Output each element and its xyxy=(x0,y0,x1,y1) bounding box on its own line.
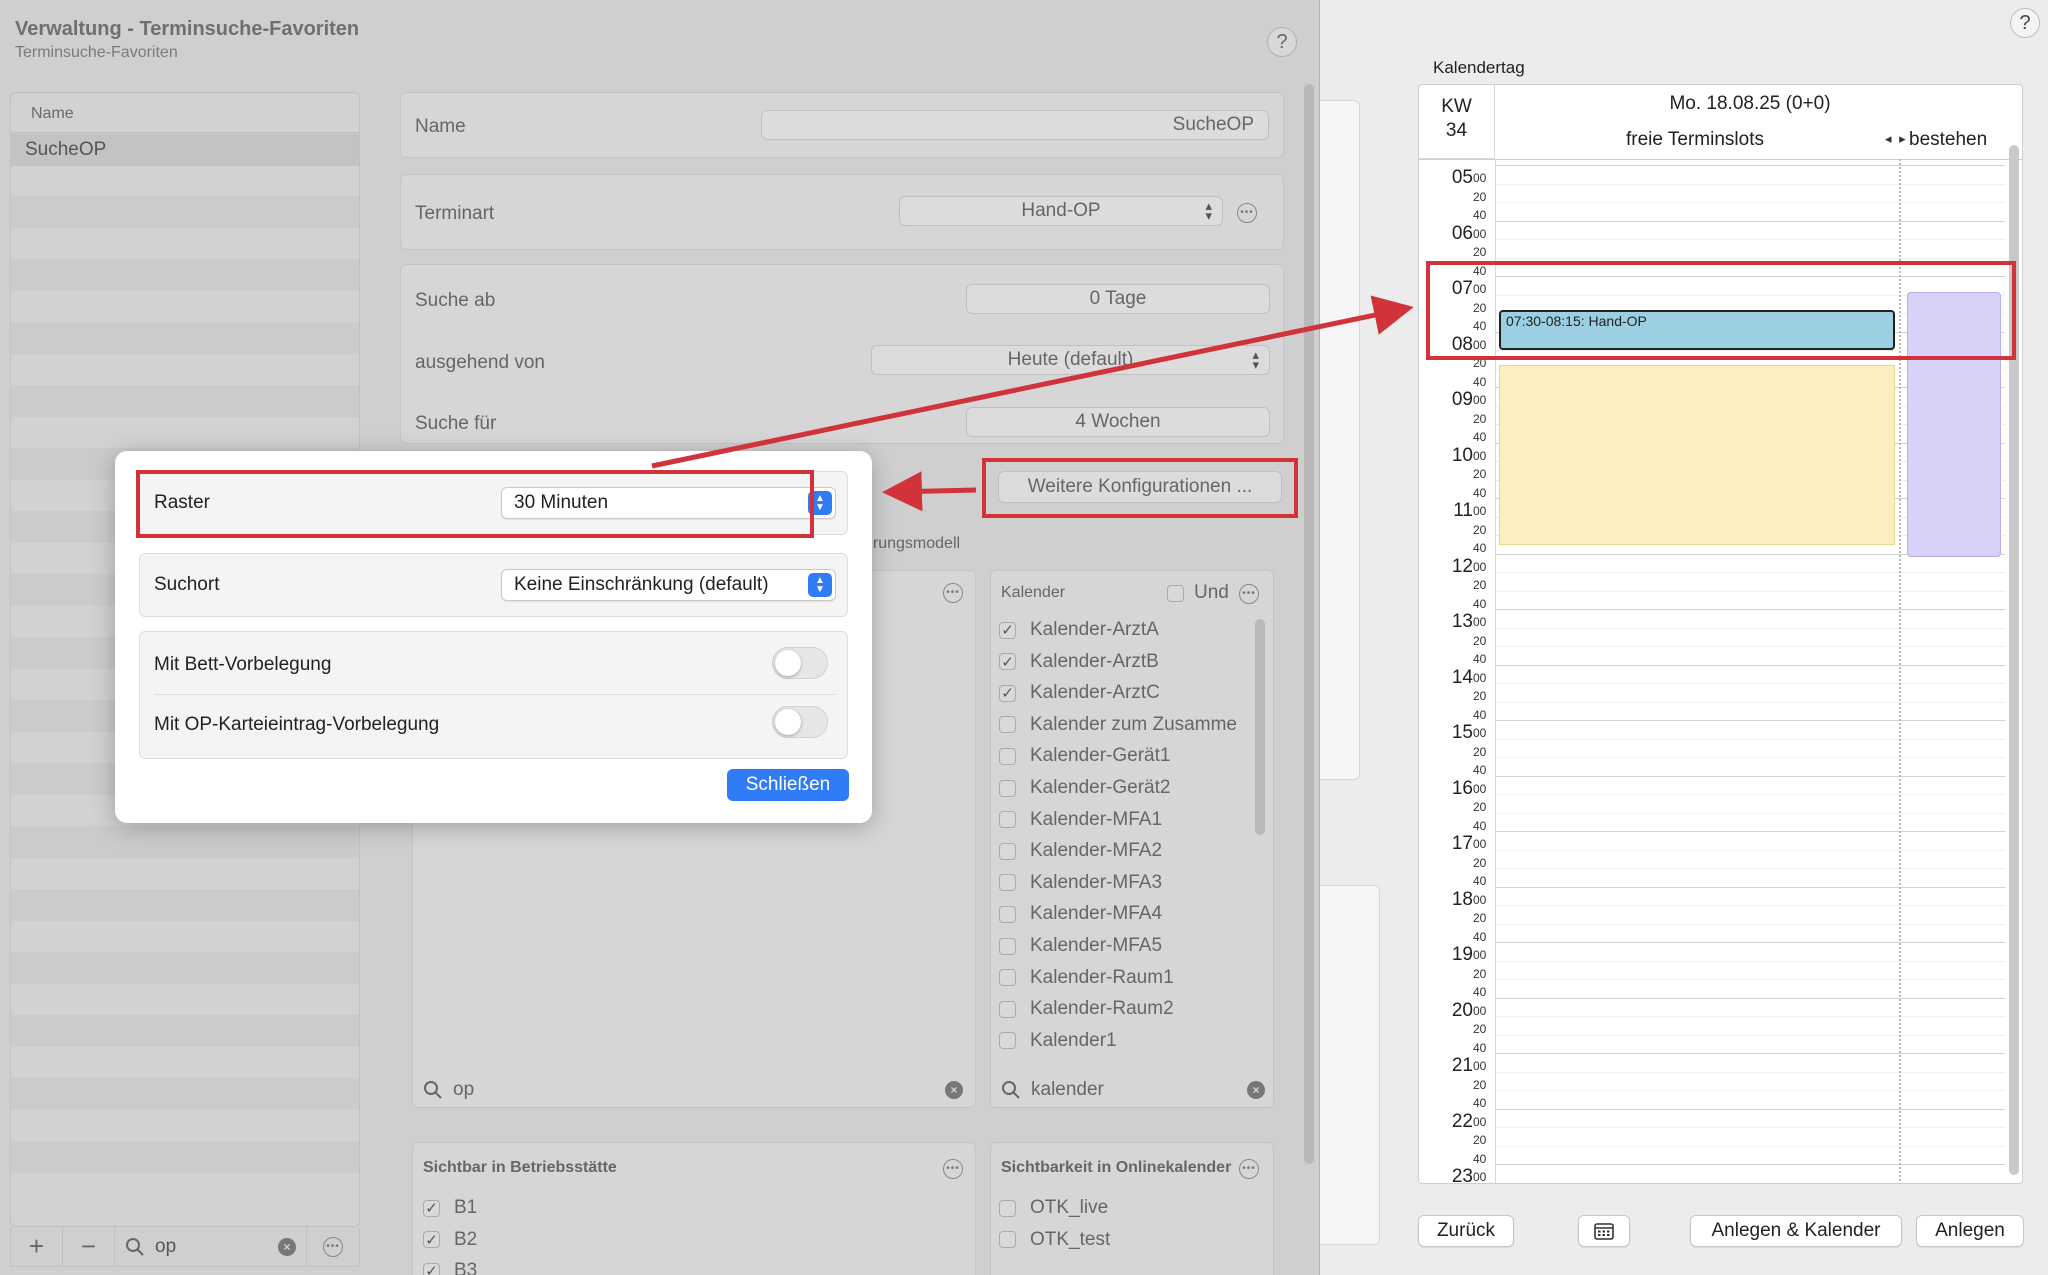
arrow-to-event xyxy=(651,295,1414,469)
annotation-arrows xyxy=(651,295,1414,512)
arrow-to-raster xyxy=(882,471,977,512)
